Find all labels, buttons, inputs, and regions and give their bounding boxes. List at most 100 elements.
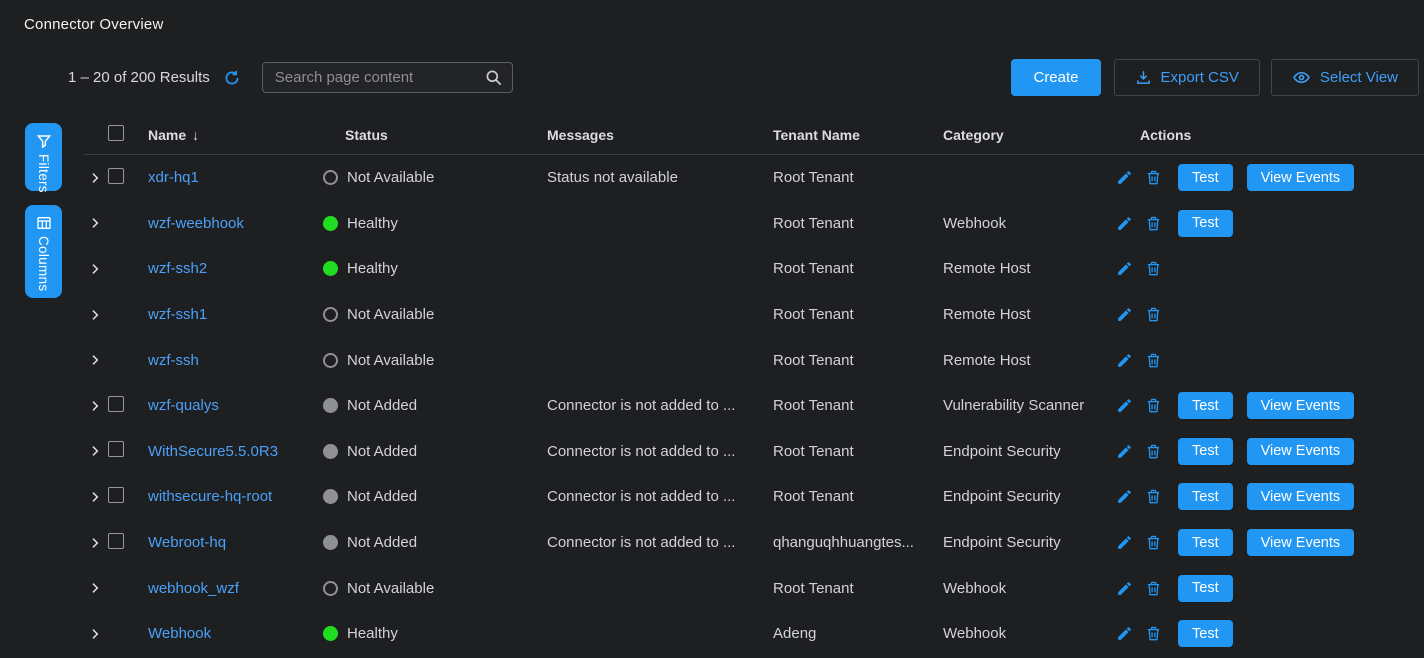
row-expander[interactable] [84, 581, 108, 595]
delete-button[interactable] [1145, 443, 1162, 460]
row-name-link[interactable]: wzf-ssh [148, 352, 199, 369]
row-checkbox[interactable] [108, 441, 124, 457]
edit-button[interactable] [1116, 488, 1133, 505]
select-all-checkbox[interactable] [108, 125, 124, 141]
status-label: Not Added [347, 488, 417, 505]
row-name-link[interactable]: WithSecure5.5.0R3 [148, 443, 278, 460]
row-name-link[interactable]: xdr-hq1 [148, 169, 199, 186]
row-name-link[interactable]: Webroot-hq [148, 534, 226, 551]
create-button[interactable]: Create [1011, 59, 1100, 96]
status-label: Healthy [347, 260, 398, 277]
search-icon[interactable] [484, 68, 503, 87]
search-input[interactable] [275, 69, 484, 86]
row-name-cell: WithSecure5.5.0R3 [148, 443, 323, 460]
row-tenant: Root Tenant [773, 260, 943, 277]
header-checkbox-cell [108, 125, 148, 144]
row-checkbox-cell [108, 533, 148, 553]
row-tenant: Root Tenant [773, 488, 943, 505]
row-status-cell: Not Available [323, 580, 547, 597]
row-tenant: qhanguqhhuangtes... [773, 534, 943, 551]
delete-button[interactable] [1145, 260, 1162, 277]
toolbar: 1 – 20 of 200 Results Create Export CSV [68, 59, 1419, 96]
delete-button[interactable] [1145, 169, 1162, 186]
row-name-link[interactable]: Webhook [148, 625, 211, 642]
row-checkbox[interactable] [108, 396, 124, 412]
refresh-button[interactable] [223, 69, 241, 87]
view-events-button[interactable]: View Events [1247, 483, 1355, 510]
edit-button[interactable] [1116, 625, 1133, 642]
row-name-link[interactable]: wzf-ssh1 [148, 306, 207, 323]
row-actions: Test View Events [1116, 529, 1424, 556]
row-expander[interactable] [84, 308, 108, 322]
row-name-link[interactable]: withsecure-hq-root [148, 488, 272, 505]
status-dot-icon [323, 307, 338, 322]
row-expander[interactable] [84, 399, 108, 413]
edit-button[interactable] [1116, 397, 1133, 414]
edit-button[interactable] [1116, 169, 1133, 186]
status-dot-icon [323, 170, 338, 185]
refresh-icon [223, 69, 241, 87]
edit-button[interactable] [1116, 580, 1133, 597]
trash-icon [1145, 215, 1162, 232]
row-checkbox[interactable] [108, 487, 124, 503]
status-label: Not Available [347, 352, 434, 369]
sort-desc-icon: ↓ [192, 127, 199, 143]
row-expander[interactable] [84, 353, 108, 367]
row-name-link[interactable]: wzf-ssh2 [148, 260, 207, 277]
row-name-link[interactable]: wzf-qualys [148, 397, 219, 414]
row-checkbox[interactable] [108, 168, 124, 184]
row-expander[interactable] [84, 171, 108, 185]
row-checkbox[interactable] [108, 533, 124, 549]
select-view-button[interactable]: Select View [1271, 59, 1419, 96]
row-expander[interactable] [84, 444, 108, 458]
export-csv-button[interactable]: Export CSV [1114, 59, 1260, 96]
trash-icon [1145, 306, 1162, 323]
test-button[interactable]: Test [1178, 575, 1233, 602]
row-name-cell: wzf-ssh [148, 352, 323, 369]
delete-button[interactable] [1145, 352, 1162, 369]
sidebar-tab-filters[interactable]: Filters [25, 123, 62, 191]
delete-button[interactable] [1145, 534, 1162, 551]
row-name-cell: webhook_wzf [148, 580, 323, 597]
delete-button[interactable] [1145, 488, 1162, 505]
delete-button[interactable] [1145, 625, 1162, 642]
test-button[interactable]: Test [1178, 164, 1233, 191]
view-events-button[interactable]: View Events [1247, 392, 1355, 419]
row-checkbox-cell [108, 213, 148, 233]
test-button[interactable]: Test [1178, 210, 1233, 237]
row-expander[interactable] [84, 627, 108, 641]
test-button[interactable]: Test [1178, 392, 1233, 419]
delete-button[interactable] [1145, 580, 1162, 597]
row-name-link[interactable]: webhook_wzf [148, 580, 239, 597]
view-events-button[interactable]: View Events [1247, 529, 1355, 556]
row-expander[interactable] [84, 216, 108, 230]
edit-button[interactable] [1116, 306, 1133, 323]
delete-button[interactable] [1145, 306, 1162, 323]
row-name-cell: xdr-hq1 [148, 169, 323, 186]
delete-button[interactable] [1145, 397, 1162, 414]
test-button[interactable]: Test [1178, 438, 1233, 465]
test-button[interactable]: Test [1178, 620, 1233, 647]
table-row: wzf-ssh Not Available Root Tenant Remote… [84, 337, 1424, 383]
results-count: 1 – 20 of 200 Results [68, 69, 210, 86]
test-button[interactable]: Test [1178, 483, 1233, 510]
pencil-icon [1116, 306, 1133, 323]
edit-button[interactable] [1116, 352, 1133, 369]
edit-button[interactable] [1116, 534, 1133, 551]
row-expander[interactable] [84, 262, 108, 276]
column-header-actions: Actions [1116, 127, 1424, 143]
edit-button[interactable] [1116, 260, 1133, 277]
sidebar-tab-columns[interactable]: Columns [25, 205, 62, 298]
column-header-name[interactable]: Name ↓ [148, 127, 323, 143]
delete-button[interactable] [1145, 215, 1162, 232]
row-expander[interactable] [84, 490, 108, 504]
row-name-link[interactable]: wzf-weebhook [148, 215, 244, 232]
test-button[interactable]: Test [1178, 529, 1233, 556]
column-header-messages: Messages [547, 127, 773, 143]
row-expander[interactable] [84, 536, 108, 550]
edit-button[interactable] [1116, 443, 1133, 460]
view-events-button[interactable]: View Events [1247, 438, 1355, 465]
view-events-button[interactable]: View Events [1247, 164, 1355, 191]
edit-button[interactable] [1116, 215, 1133, 232]
row-status-cell: Healthy [323, 260, 547, 277]
